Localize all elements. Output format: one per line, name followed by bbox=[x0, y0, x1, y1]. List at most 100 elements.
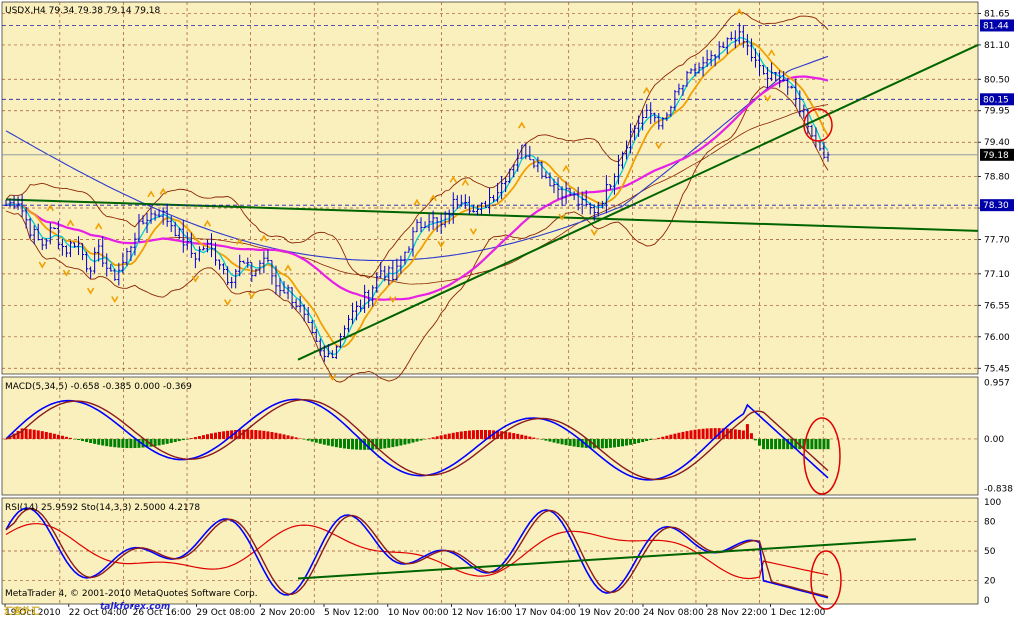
time-axis-label: 19 Nov 20:00 bbox=[579, 608, 640, 618]
macd-histogram-bar bbox=[48, 432, 52, 439]
macd-histogram-bar bbox=[165, 438, 169, 444]
macd-histogram-bar bbox=[411, 438, 415, 443]
macd-histogram-bar bbox=[645, 438, 649, 442]
price-axis-label: 77.70 bbox=[984, 236, 1010, 246]
macd-histogram-bar bbox=[56, 434, 60, 439]
oscillator-axis-label: 100 bbox=[984, 498, 1001, 508]
macd-histogram-bar bbox=[532, 437, 536, 439]
macd-histogram-bar bbox=[64, 436, 68, 439]
macd-histogram-bar bbox=[443, 434, 447, 439]
macd-histogram-bar bbox=[512, 433, 516, 439]
time-axis-label: 10 Nov 00:00 bbox=[388, 608, 449, 618]
macd-histogram-bar bbox=[749, 433, 753, 439]
macd-histogram-bar bbox=[471, 430, 475, 439]
macd-histogram-bar bbox=[689, 430, 693, 439]
oscillator-axis-label: 80 bbox=[984, 518, 996, 528]
macd-histogram-bar bbox=[677, 432, 681, 439]
macd-histogram-bar bbox=[661, 436, 665, 439]
time-axis-label: 5 Nov 12:00 bbox=[324, 608, 379, 618]
macd-histogram-bar bbox=[282, 434, 286, 439]
price-tag-label: 80.15 bbox=[983, 95, 1009, 105]
time-axis-label: 17 Nov 04:00 bbox=[515, 608, 576, 618]
macd-histogram-bar bbox=[246, 429, 250, 439]
macd-histogram-bar bbox=[620, 438, 625, 447]
macd-histogram-bar bbox=[423, 438, 427, 440]
macd-histogram-bar bbox=[733, 429, 737, 439]
macd-histogram-bar bbox=[629, 438, 633, 445]
macd-histogram-bar bbox=[818, 438, 822, 450]
macd-histogram-bar bbox=[608, 438, 612, 448]
macd-histogram-bar bbox=[24, 428, 28, 439]
macd-histogram-bar bbox=[560, 438, 564, 445]
macd-histogram-bar bbox=[483, 429, 488, 439]
macd-histogram-bar bbox=[254, 430, 258, 439]
macd-histogram-bar bbox=[822, 438, 826, 450]
macd-histogram-bar bbox=[762, 438, 766, 450]
macd-histogram-bar bbox=[262, 430, 266, 439]
macd-histogram-bar bbox=[697, 429, 701, 439]
macd-histogram-bar bbox=[709, 428, 713, 439]
macd-histogram-bar bbox=[93, 438, 97, 444]
macd-histogram-bar bbox=[757, 438, 762, 446]
macd-histogram-bar bbox=[89, 438, 93, 444]
macd-histogram-bar bbox=[391, 438, 395, 448]
macd-histogram-bar bbox=[121, 438, 125, 448]
macd-histogram-bar bbox=[633, 438, 637, 444]
macd-histogram-bar bbox=[625, 438, 629, 446]
macd-histogram-bar bbox=[415, 438, 419, 442]
macd-histogram-bar bbox=[157, 438, 161, 446]
macd-histogram-bar bbox=[435, 436, 439, 439]
macd-histogram-bar bbox=[459, 431, 463, 439]
macd-histogram-bar bbox=[604, 438, 608, 449]
macd-histogram-bar bbox=[516, 433, 520, 439]
time-axis-label: 28 Nov 22:00 bbox=[707, 608, 768, 618]
macd-histogram-bar bbox=[455, 432, 459, 439]
macd-histogram-bar bbox=[387, 438, 391, 448]
macd-histogram-bar bbox=[637, 438, 641, 444]
oscillator-axis-label: 20 bbox=[984, 576, 996, 586]
price-axis-label: 76.00 bbox=[984, 333, 1010, 343]
macd-histogram-bar bbox=[32, 429, 36, 439]
oscillator-axis-label: 0 bbox=[984, 596, 990, 606]
price-axis-label: 81.10 bbox=[984, 41, 1010, 51]
macd-histogram-bar bbox=[109, 438, 113, 447]
macd-axis-label: 0.957 bbox=[984, 378, 1010, 388]
macd-histogram-bar bbox=[540, 438, 544, 440]
macd-histogram-bar bbox=[169, 438, 173, 443]
price-tag-label: 81.44 bbox=[983, 21, 1009, 31]
macd-histogram-bar bbox=[214, 432, 218, 439]
macd-histogram-bar bbox=[129, 438, 133, 449]
macd-histogram-bar bbox=[693, 429, 697, 439]
macd-histogram-bar bbox=[431, 437, 435, 439]
macd-histogram-bar bbox=[576, 438, 580, 448]
macd-histogram-bar bbox=[524, 435, 528, 439]
macd-histogram-bar bbox=[222, 431, 226, 439]
macd-histogram-bar bbox=[383, 438, 387, 449]
macd-histogram-bar bbox=[189, 438, 193, 439]
macd-histogram-bar bbox=[205, 434, 209, 439]
macd-axis-label: -0.838 bbox=[984, 484, 1013, 494]
time-axis-label: 29 Oct 08:00 bbox=[196, 608, 255, 618]
macd-histogram-bar bbox=[451, 432, 455, 439]
macd-histogram-bar bbox=[665, 435, 669, 439]
macd-histogram-bar bbox=[351, 438, 355, 450]
macd-histogram-bar bbox=[338, 438, 342, 448]
macd-histogram-bar bbox=[419, 438, 423, 441]
macd-histogram-bar bbox=[536, 438, 540, 440]
macd-histogram-bar bbox=[36, 430, 40, 439]
macd-histogram-bar bbox=[286, 435, 290, 439]
macd-histogram-bar bbox=[407, 438, 411, 444]
copyright-text: MetaTrader 4, © 2001-2010 MetaQuotes Sof… bbox=[5, 589, 258, 599]
macd-histogram-bar bbox=[326, 438, 330, 446]
macd-histogram-bar bbox=[774, 438, 778, 450]
macd-histogram-bar bbox=[508, 432, 512, 439]
macd-histogram-bar bbox=[641, 438, 645, 443]
macd-histogram-bar bbox=[705, 428, 709, 439]
macd-histogram-bar bbox=[209, 433, 214, 439]
macd-histogram-bar bbox=[161, 438, 165, 445]
macd-histogram-bar bbox=[447, 433, 451, 439]
macd-histogram-bar bbox=[379, 438, 383, 449]
chart-window: 81.6581.1080.5079.9579.4078.8078.2577.70… bbox=[0, 0, 1018, 619]
price-axis-label: 79.40 bbox=[984, 138, 1010, 148]
macd-histogram-bar bbox=[278, 433, 282, 439]
